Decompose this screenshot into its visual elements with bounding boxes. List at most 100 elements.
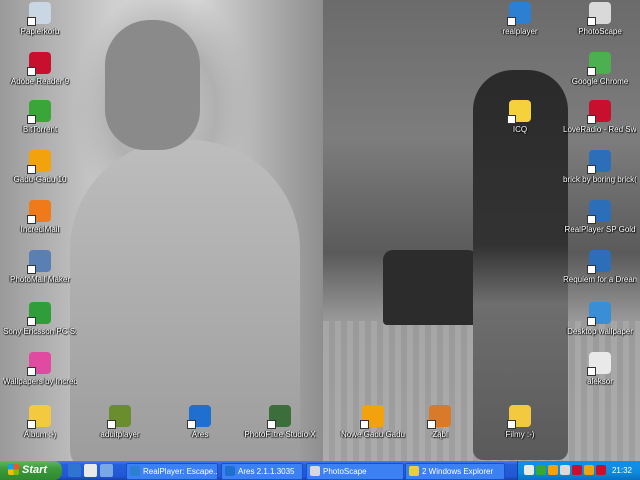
desktop-icon-label: Papierkorb bbox=[20, 27, 60, 36]
desktop[interactable]: Papierkorb Adobe Reader 9 BitTorrent Gadu-G… bbox=[0, 0, 640, 461]
desktop-icon-item[interactable]: Filmy :-) bbox=[483, 405, 557, 440]
recycle-bin-icon bbox=[27, 2, 51, 26]
network-icon[interactable] bbox=[524, 465, 534, 475]
desktop-icon-item[interactable]: realplayer bbox=[483, 2, 557, 37]
antivirus-icon[interactable] bbox=[572, 465, 582, 475]
clock[interactable]: 21:32 bbox=[612, 461, 632, 480]
desktop-icon-item[interactable]: Adobe Reader 9 bbox=[3, 52, 77, 87]
desktop-icon-item[interactable]: RealPlayer SP Gold bbox=[563, 200, 637, 235]
taskbar-button[interactable]: 2 Windows Explorer bbox=[405, 463, 505, 480]
desktop-icon-label: PhotoFiltre Studio X bbox=[244, 430, 316, 439]
taskbar-button[interactable]: Ares 2.1.1.3035 bbox=[221, 463, 303, 480]
desktop-icon-label: IncrediMail bbox=[20, 225, 60, 234]
desktop-icon-label: Adobe Reader 9 bbox=[10, 77, 70, 86]
desktop-icon-item[interactable]: Album :-) bbox=[3, 405, 77, 440]
gadu-gadu-icon bbox=[27, 150, 51, 174]
desktop-icon-label: Album :-) bbox=[23, 430, 57, 439]
start-button[interactable]: Start bbox=[0, 461, 62, 480]
desktop-icon-label: Filmy :-) bbox=[505, 430, 535, 439]
desktop-icon-item[interactable]: Papierkorb bbox=[3, 2, 77, 37]
realmedia-icon bbox=[587, 150, 611, 174]
desktop-icon-item[interactable]: PhotoScape bbox=[563, 2, 637, 37]
bittorrent-tray-icon[interactable] bbox=[536, 465, 546, 475]
desktop-icon bbox=[587, 302, 611, 326]
taskbar-button[interactable]: PhotoScape bbox=[306, 463, 404, 480]
desktop-icon-item[interactable]: Ares bbox=[163, 405, 237, 440]
desktop-icon-item[interactable]: Nowe Gadu Gadu bbox=[336, 405, 410, 440]
desktop-icon-label: Ares bbox=[191, 430, 209, 439]
folder-icon bbox=[507, 405, 531, 429]
desktop-icon-item[interactable]: Google Chrome bbox=[563, 52, 637, 87]
desktop-icon-item[interactable]: PhotoMail Maker bbox=[3, 250, 77, 285]
desktop-icon-label: LoveRadio - Red Sweater Girls bbox=[563, 125, 637, 134]
desktop-icon-item[interactable]: IncrediMail bbox=[3, 200, 77, 235]
taskbar-button-label: RealPlayer: Escape... bbox=[143, 467, 218, 476]
desktop-icon-label: realplayer bbox=[502, 27, 538, 36]
update-icon[interactable] bbox=[584, 465, 594, 475]
realmedia-icon bbox=[587, 250, 611, 274]
film-icon bbox=[107, 405, 131, 429]
desktop-icon-label: RealPlayer SP Gold bbox=[564, 225, 636, 234]
email-icon[interactable] bbox=[84, 464, 97, 477]
incredimail-icon bbox=[27, 200, 51, 224]
pdf-icon bbox=[27, 52, 51, 76]
realplayer-gold-icon bbox=[587, 200, 611, 224]
desktop-icon-label: aduitplayer bbox=[100, 430, 140, 439]
realplayer-icon bbox=[507, 2, 531, 26]
desktop-icon-label: PhotoMail Maker bbox=[9, 275, 71, 284]
desktop-icon-item[interactable]: Sony Ericsson PC Suite bbox=[3, 302, 77, 337]
desktop-icon-item[interactable]: Desktop wallpaper bbox=[563, 302, 637, 337]
desktop-icon-label: Requiem for a Dream Theme Song bbox=[563, 275, 637, 284]
desktop-icon-label: PhotoScape bbox=[578, 27, 622, 36]
gadu-tray-icon[interactable] bbox=[548, 465, 558, 475]
desktop-icon-item[interactable]: aduitplayer bbox=[83, 405, 157, 440]
desktop-icon-item[interactable]: Gadu-Gadu 10 bbox=[3, 150, 77, 185]
folder-icon bbox=[27, 405, 51, 429]
wallpaper-person-head bbox=[105, 20, 200, 150]
taskbar-button-label: 2 Windows Explorer bbox=[422, 467, 494, 476]
security-shield-icon[interactable] bbox=[596, 465, 606, 475]
desktop-icon-item[interactable]: Wallpapers by IncrediMail bbox=[3, 352, 77, 387]
desktop-icon-label: Gadu-Gadu 10 bbox=[13, 175, 67, 184]
show-desktop-icon[interactable] bbox=[100, 464, 113, 477]
document-icon bbox=[587, 352, 611, 376]
bittorrent-icon bbox=[27, 100, 51, 124]
taskbar: Start RealPlayer: Escape... Ares 2.1.1.30… bbox=[0, 461, 640, 480]
icq-icon bbox=[507, 100, 531, 124]
start-label: Start bbox=[22, 464, 48, 476]
desktop-icon-label: aleksor bbox=[587, 377, 613, 386]
desktop-icon-label: Desktop wallpaper bbox=[567, 327, 633, 336]
desktop-icon-label: BitTorrent bbox=[22, 125, 58, 134]
realplayer-icon bbox=[130, 466, 140, 476]
desktop-icon-item[interactable]: ICQ bbox=[483, 100, 557, 135]
orb-icon bbox=[427, 405, 451, 429]
folder-icon bbox=[409, 466, 419, 476]
desktop-icon-label: Ząbl bbox=[432, 430, 448, 439]
taskbar-button-label: Ares 2.1.1.3035 bbox=[238, 467, 295, 476]
photoscape-icon bbox=[587, 2, 611, 26]
desktop-icon-label: brick by boring brick(2) bbox=[563, 175, 637, 184]
taskbar-button-label: PhotoScape bbox=[323, 467, 367, 476]
desktop-icon-item[interactable]: LoveRadio - Red Sweater Girls bbox=[563, 100, 637, 135]
volume-icon[interactable] bbox=[560, 465, 570, 475]
desktop-icon-label: Sony Ericsson PC Suite bbox=[3, 327, 77, 336]
photofiltre-icon bbox=[267, 405, 291, 429]
photomail-icon bbox=[27, 250, 51, 274]
desktop-icon-item[interactable]: brick by boring brick(2) bbox=[563, 150, 637, 185]
desktop-icon-item[interactable]: aleksor bbox=[563, 352, 637, 387]
desktop-icon-item[interactable]: Requiem for a Dream Theme Song bbox=[563, 250, 637, 285]
desktop-icon-label: Nowe Gadu Gadu bbox=[340, 430, 406, 439]
ares-icon bbox=[225, 466, 235, 476]
system-tray: 21:32 bbox=[517, 461, 640, 480]
desktop-icon-item[interactable]: BitTorrent bbox=[3, 100, 77, 135]
taskbar-button[interactable]: RealPlayer: Escape... bbox=[126, 463, 218, 480]
pdf-doc-icon bbox=[587, 100, 611, 124]
desktop-icon-label: Google Chrome bbox=[571, 77, 629, 86]
desktop-icon-item[interactable]: Ząbl bbox=[403, 405, 477, 440]
chrome-icon bbox=[587, 52, 611, 76]
ares-icon bbox=[187, 405, 211, 429]
ie-icon[interactable] bbox=[68, 464, 81, 477]
desktop-icon-item[interactable]: PhotoFiltre Studio X bbox=[243, 405, 317, 440]
wallpaper-car bbox=[383, 250, 478, 325]
desktop-icon-label: ICQ bbox=[512, 125, 528, 134]
